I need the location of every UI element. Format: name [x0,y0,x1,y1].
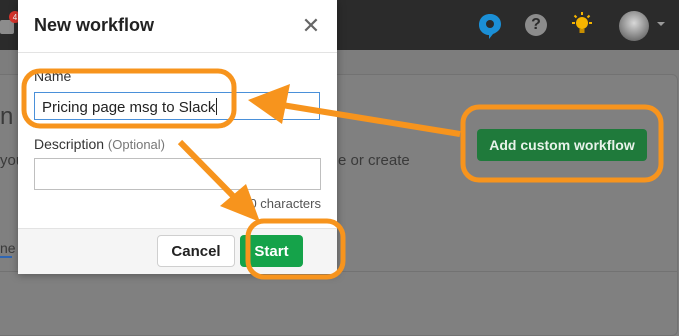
new-workflow-modal: New workflow ✕ Name Pricing page msg to … [18,0,337,274]
app-logo-icon[interactable] [476,12,504,40]
cancel-button[interactable]: Cancel [157,235,235,267]
tab-fragment[interactable]: ne [0,240,16,256]
name-label: Name [34,68,72,84]
help-glyph: ? [531,16,541,33]
character-count: 20 characters [242,196,321,211]
modal-title: New workflow [34,15,155,35]
help-icon[interactable]: ? [525,14,547,36]
text-caret [216,98,218,115]
intro-text-fragment-right: e or create [338,152,410,169]
start-button[interactable]: Start [240,235,303,267]
lightbulb-icon[interactable] [570,12,594,38]
optional-hint: (Optional) [107,137,165,152]
name-field-value: Pricing page msg to Slack [42,99,216,116]
description-field[interactable] [34,158,321,190]
close-icon[interactable]: ✕ [301,15,321,37]
modal-header: New workflow ✕ [18,0,337,53]
description-label: Description (Optional) [34,136,165,152]
chevron-down-icon[interactable] [655,18,667,30]
page-heading-fragment: n [0,103,14,130]
description-label-text: Description [34,136,105,152]
avatar[interactable] [619,11,649,41]
active-tab-indicator [0,256,12,258]
name-field[interactable]: Pricing page msg to Slack [34,92,320,120]
add-custom-workflow-button[interactable]: Add custom workflow [477,129,647,161]
